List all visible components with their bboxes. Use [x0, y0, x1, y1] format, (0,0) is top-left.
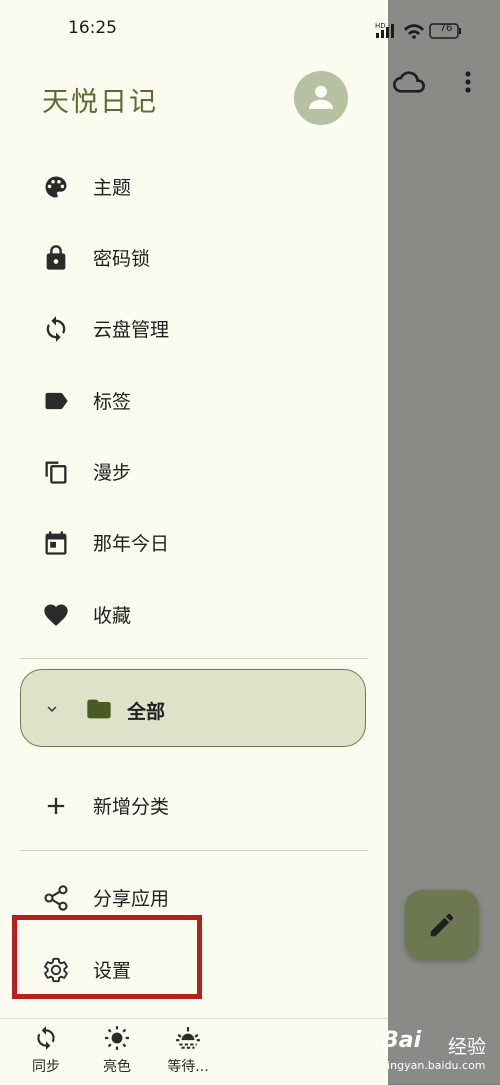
plus-icon [47, 797, 65, 815]
new-entry-fab[interactable] [405, 890, 479, 960]
cloud-icon[interactable] [393, 66, 425, 98]
menu-item-favorites[interactable]: 收藏 [0, 585, 388, 641]
sun-icon [105, 1026, 129, 1050]
more-vert-icon[interactable] [458, 68, 478, 96]
menu-item-theme[interactable]: 主题 [0, 157, 388, 213]
calendar-icon [45, 531, 67, 555]
menu-item-label: 主题 [93, 177, 132, 199]
lock-icon [46, 245, 66, 270]
palette-icon [45, 176, 67, 198]
drawer-bottom-bar: 同步 亮色 等待... [0, 1018, 388, 1085]
watermark-logo-text: Bai [382, 1028, 422, 1053]
menu-item-password-lock[interactable]: 密码锁 [0, 228, 388, 284]
light-theme-button[interactable]: 亮色 [97, 1025, 137, 1076]
menu-item-stroll[interactable]: 漫步 [0, 442, 388, 498]
menu-item-label: 漫步 [93, 462, 132, 484]
person-icon [309, 85, 333, 109]
add-category-label: 新增分类 [93, 796, 170, 818]
status-time: 16:25 [68, 18, 117, 38]
watermark-sub-text: 经验 [448, 1036, 487, 1058]
add-category-button[interactable]: 新增分类 [0, 776, 388, 832]
sync-label: 同步 [32, 1059, 60, 1075]
menu-item-label: 收藏 [93, 605, 132, 627]
folder-icon [87, 699, 111, 719]
sunrise-icon [176, 1027, 200, 1049]
label-icon [45, 392, 68, 410]
weather-label: 等待... [167, 1059, 209, 1075]
copy-icon [45, 461, 67, 484]
folder-label: 全部 [127, 701, 166, 723]
menu-item-on-this-day[interactable]: 那年今日 [0, 513, 388, 569]
navigation-drawer: 16:25 天悦日记 主题 密码锁 云盘管理 标签 漫步 那年今日 收藏 全部 … [0, 0, 388, 1085]
menu-item-label: 那年今日 [93, 533, 170, 555]
sync-icon [37, 1026, 55, 1050]
menu-item-cloud-management[interactable]: 云盘管理 [0, 299, 388, 355]
divider [20, 850, 368, 851]
battery-level: 76 [439, 23, 453, 34]
sync-icon [46, 316, 66, 342]
divider [20, 658, 368, 659]
baidu-watermark: Bai 经验 jingyan.baidu.com [382, 1028, 500, 1084]
highlight-annotation-box [12, 915, 202, 999]
weather-button[interactable]: 等待... [162, 1025, 214, 1076]
menu-item-tags[interactable]: 标签 [0, 371, 388, 427]
chevron-down-icon [47, 706, 57, 712]
menu-item-label: 密码锁 [93, 248, 151, 270]
folder-all[interactable]: 全部 [20, 669, 366, 747]
menu-item-label: 云盘管理 [93, 319, 170, 341]
watermark-url: jingyan.baidu.com [384, 1059, 486, 1072]
menu-item-label: 标签 [93, 391, 132, 413]
heart-icon [44, 604, 68, 626]
app-title: 天悦日记 [42, 87, 158, 118]
svg-text:HD: HD [375, 22, 386, 30]
share-icon [44, 885, 68, 911]
status-icons: HD [375, 22, 461, 39]
share-app-label: 分享应用 [93, 888, 170, 910]
light-label: 亮色 [103, 1059, 131, 1075]
edit-pencil-icon [430, 913, 454, 937]
avatar[interactable] [294, 71, 348, 125]
sync-button[interactable]: 同步 [26, 1025, 66, 1076]
